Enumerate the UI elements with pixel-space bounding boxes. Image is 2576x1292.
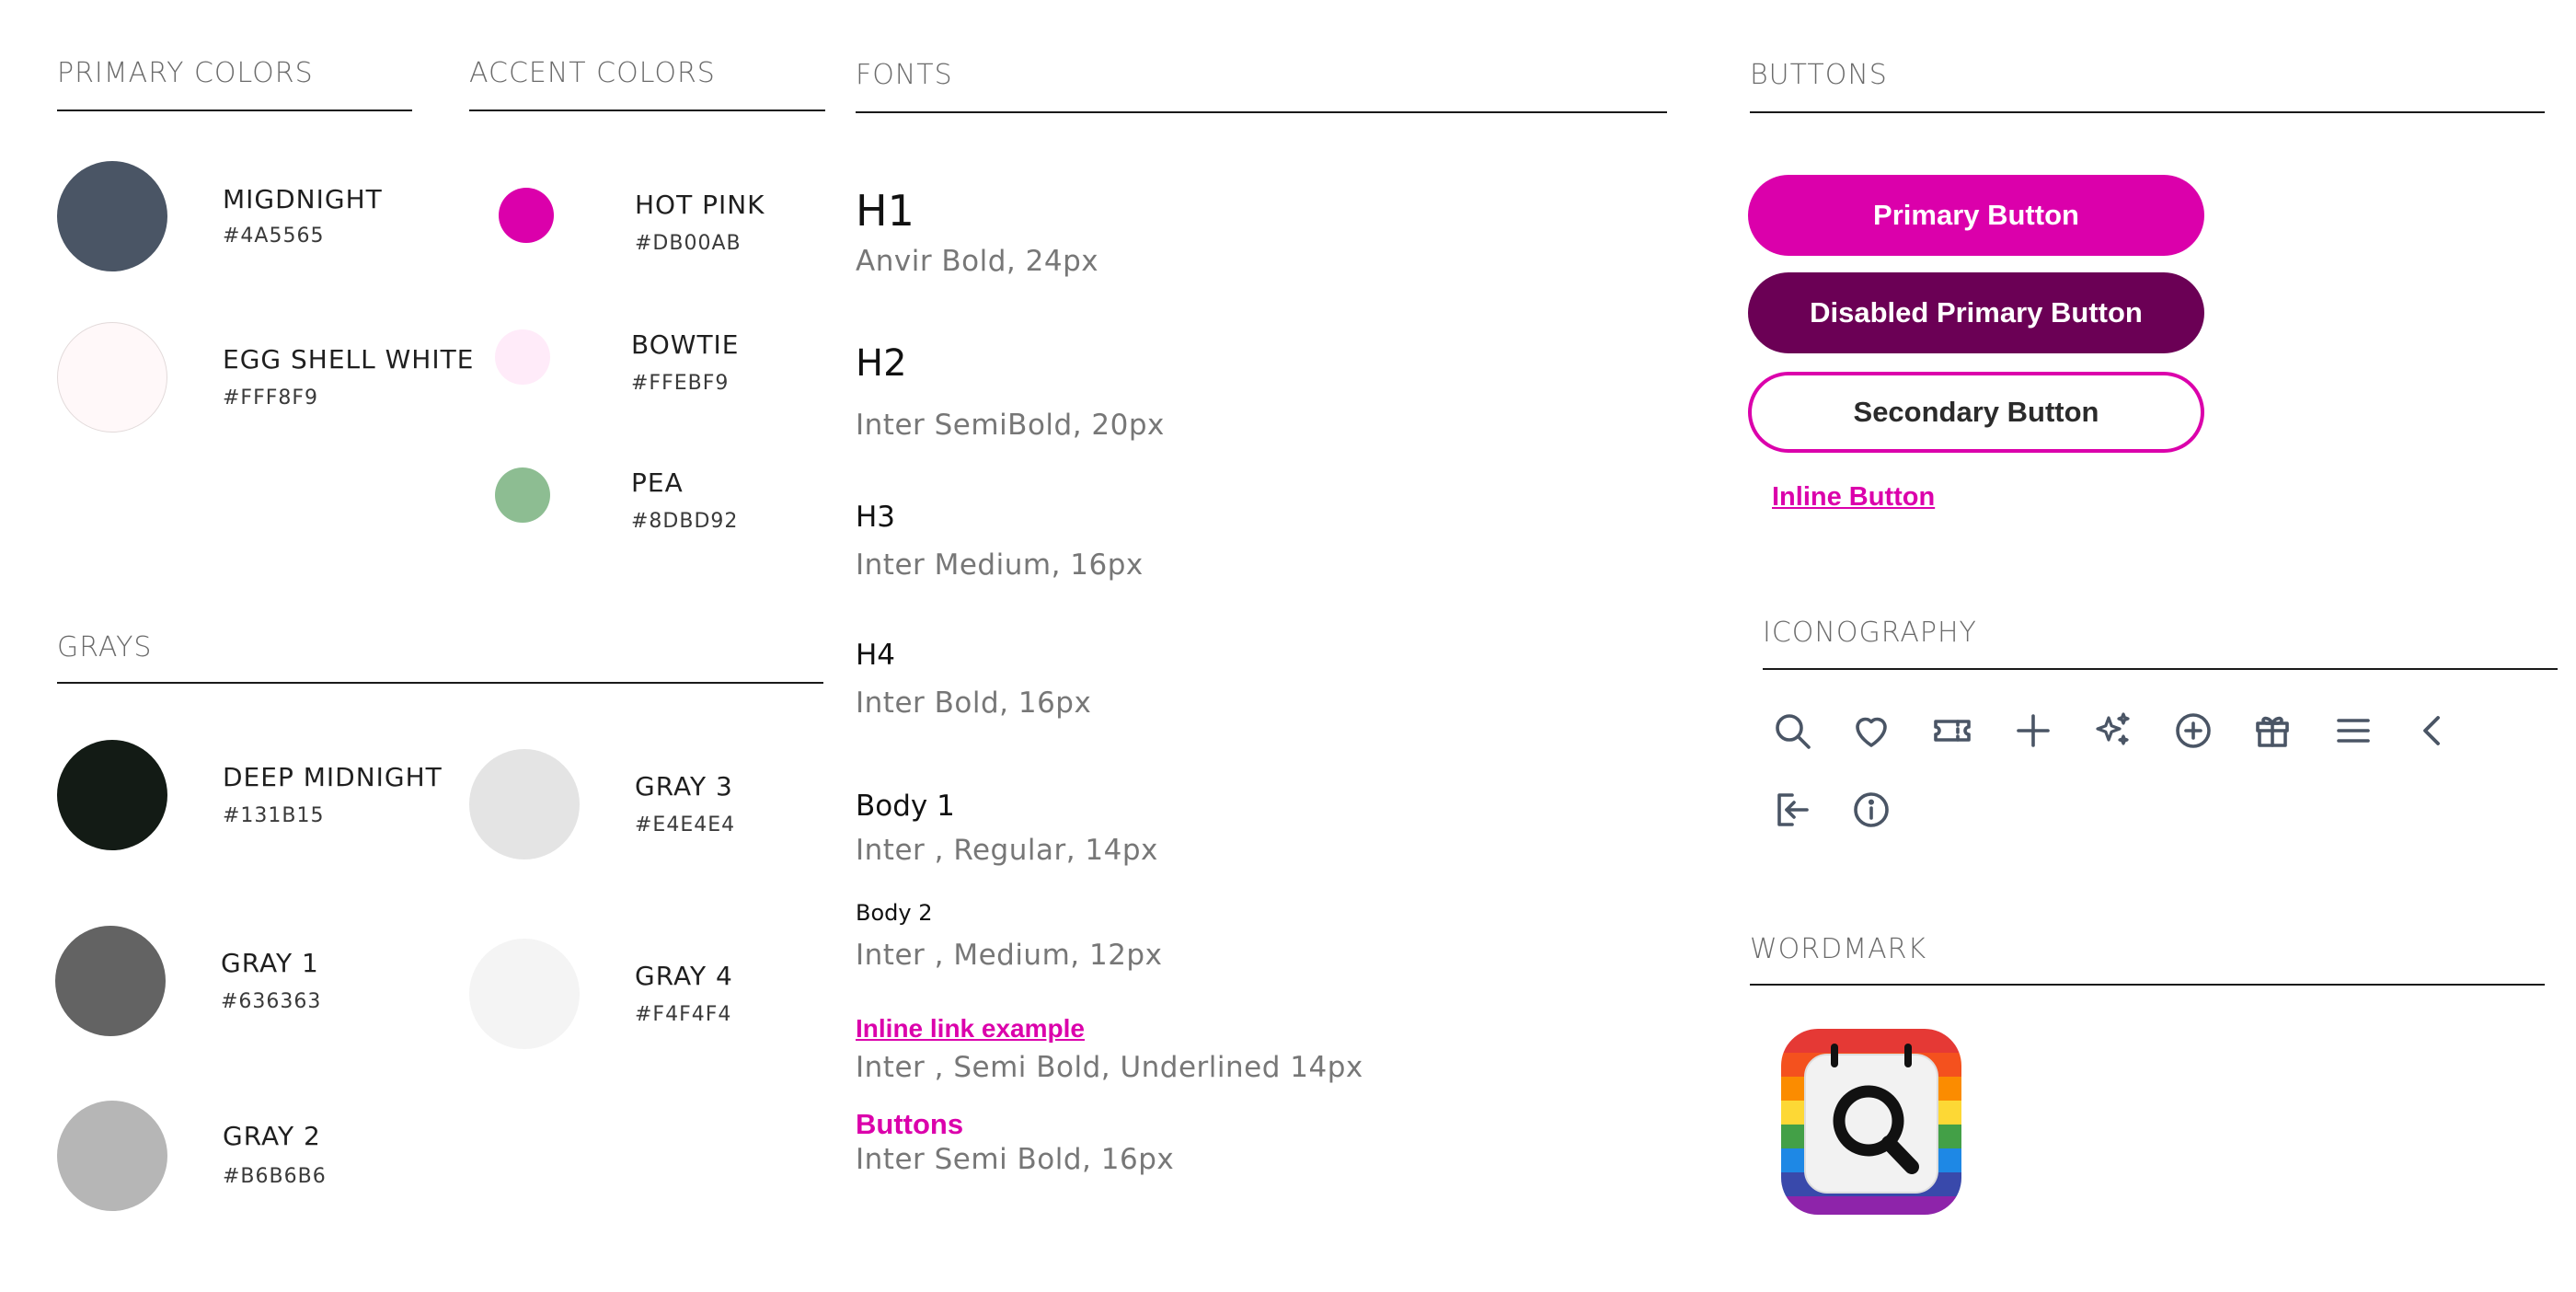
font-sample-h4: H4 xyxy=(856,639,896,672)
color-swatch-gray-1 xyxy=(55,926,166,1036)
chevron-left-icon[interactable] xyxy=(2410,709,2455,753)
color-swatch-bowtie xyxy=(495,329,550,385)
grays-title: GRAYS xyxy=(57,631,153,663)
font-desc-h4: Inter Bold, 16px xyxy=(856,686,1092,720)
color-swatch-gray-3 xyxy=(469,749,580,859)
font-desc-body-1: Inter , Regular, 14px xyxy=(856,834,1158,867)
color-name-gray-4: GRAY 4 xyxy=(635,961,733,991)
color-hex-gray-1: #636363 xyxy=(221,990,322,1013)
color-hex-deep-midnight: #131B15 xyxy=(223,804,325,827)
color-swatch-egg-shell-white xyxy=(57,322,167,433)
search-icon[interactable] xyxy=(1770,709,1814,753)
color-swatch-deep-midnight xyxy=(57,740,167,850)
color-name-gray-3: GRAY 3 xyxy=(635,771,733,802)
font-desc-inline-link: Inter , Semi Bold, Underlined 14px xyxy=(856,1051,1363,1084)
inline-link-example[interactable]: Inline link example xyxy=(856,1014,1085,1044)
fonts-title: FONTS xyxy=(856,59,953,91)
login-icon[interactable] xyxy=(1770,788,1814,832)
color-swatch-pea xyxy=(495,467,550,523)
color-name-pea: PEA xyxy=(631,467,684,498)
gift-icon[interactable] xyxy=(2250,709,2294,753)
font-sample-body-2: Body 2 xyxy=(856,900,933,926)
wordmark-title: WORDMARK xyxy=(1750,933,1927,965)
color-name-midnight: MIGDNIGHT xyxy=(223,184,383,214)
primary-colors-divider xyxy=(57,110,412,111)
accent-colors-title: ACCENT COLORS xyxy=(469,57,716,89)
color-hex-bowtie: #FFEBF9 xyxy=(631,372,730,395)
color-swatch-gray-2 xyxy=(57,1101,167,1211)
color-name-gray-2: GRAY 2 xyxy=(223,1121,321,1151)
iconography-divider xyxy=(1763,668,2558,670)
color-hex-egg-shell-white: #FFF8F9 xyxy=(223,386,319,410)
plus-icon[interactable] xyxy=(2011,709,2055,753)
app-logo xyxy=(1781,1029,1961,1215)
font-desc-buttons: Inter Semi Bold, 16px xyxy=(856,1143,1175,1176)
inline-button[interactable]: Inline Button xyxy=(1772,482,1935,513)
wordmark-divider xyxy=(1750,984,2545,986)
secondary-button[interactable]: Secondary Button xyxy=(1748,372,2204,453)
heart-icon[interactable] xyxy=(1849,709,1893,753)
font-sample-body-1: Body 1 xyxy=(856,790,955,823)
color-swatch-hot-pink xyxy=(499,188,554,243)
ticket-icon[interactable] xyxy=(1930,709,1974,753)
color-hex-hot-pink: #DB00AB xyxy=(635,232,742,255)
color-hex-gray-3: #E4E4E4 xyxy=(635,813,736,836)
color-hex-midnight: #4A5565 xyxy=(223,225,325,248)
color-name-deep-midnight: DEEP MIDNIGHT xyxy=(223,762,443,792)
info-icon[interactable] xyxy=(1849,788,1893,832)
color-name-egg-shell-white: EGG SHELL WHITE xyxy=(223,344,475,375)
color-name-gray-1: GRAY 1 xyxy=(221,948,319,978)
font-sample-h2: H2 xyxy=(856,342,907,385)
primary-colors-title: PRIMARY COLORS xyxy=(57,57,314,89)
color-hex-pea: #8DBD92 xyxy=(631,510,739,533)
font-desc-h2: Inter SemiBold, 20px xyxy=(856,409,1165,442)
buttons-divider xyxy=(1750,111,2545,113)
fonts-divider xyxy=(856,111,1667,113)
font-sample-buttons: Buttons xyxy=(856,1108,964,1140)
disabled-primary-button[interactable]: Disabled Primary Button xyxy=(1748,272,2204,353)
color-swatch-gray-4 xyxy=(469,939,580,1049)
font-sample-h3: H3 xyxy=(856,501,896,534)
color-name-hot-pink: HOT PINK xyxy=(635,190,765,220)
color-hex-gray-4: #F4F4F4 xyxy=(635,1003,732,1026)
font-sample-h1: H1 xyxy=(856,186,914,236)
font-desc-body-2: Inter , Medium, 12px xyxy=(856,939,1163,972)
buttons-title: BUTTONS xyxy=(1750,59,1888,91)
font-desc-h3: Inter Medium, 16px xyxy=(856,548,1144,582)
color-name-bowtie: BOWTIE xyxy=(631,329,740,360)
primary-button[interactable]: Primary Button xyxy=(1748,175,2204,256)
accent-colors-divider xyxy=(469,110,825,111)
sparkles-icon[interactable] xyxy=(2090,709,2134,753)
iconography-title: ICONOGRAPHY xyxy=(1763,617,1977,649)
color-hex-gray-2: #B6B6B6 xyxy=(223,1165,327,1188)
menu-icon[interactable] xyxy=(2331,709,2375,753)
color-swatch-midnight xyxy=(57,161,167,271)
plus-circle-icon[interactable] xyxy=(2171,709,2215,753)
grays-divider xyxy=(57,682,823,684)
font-desc-h1: Anvir Bold, 24px xyxy=(856,245,1099,278)
